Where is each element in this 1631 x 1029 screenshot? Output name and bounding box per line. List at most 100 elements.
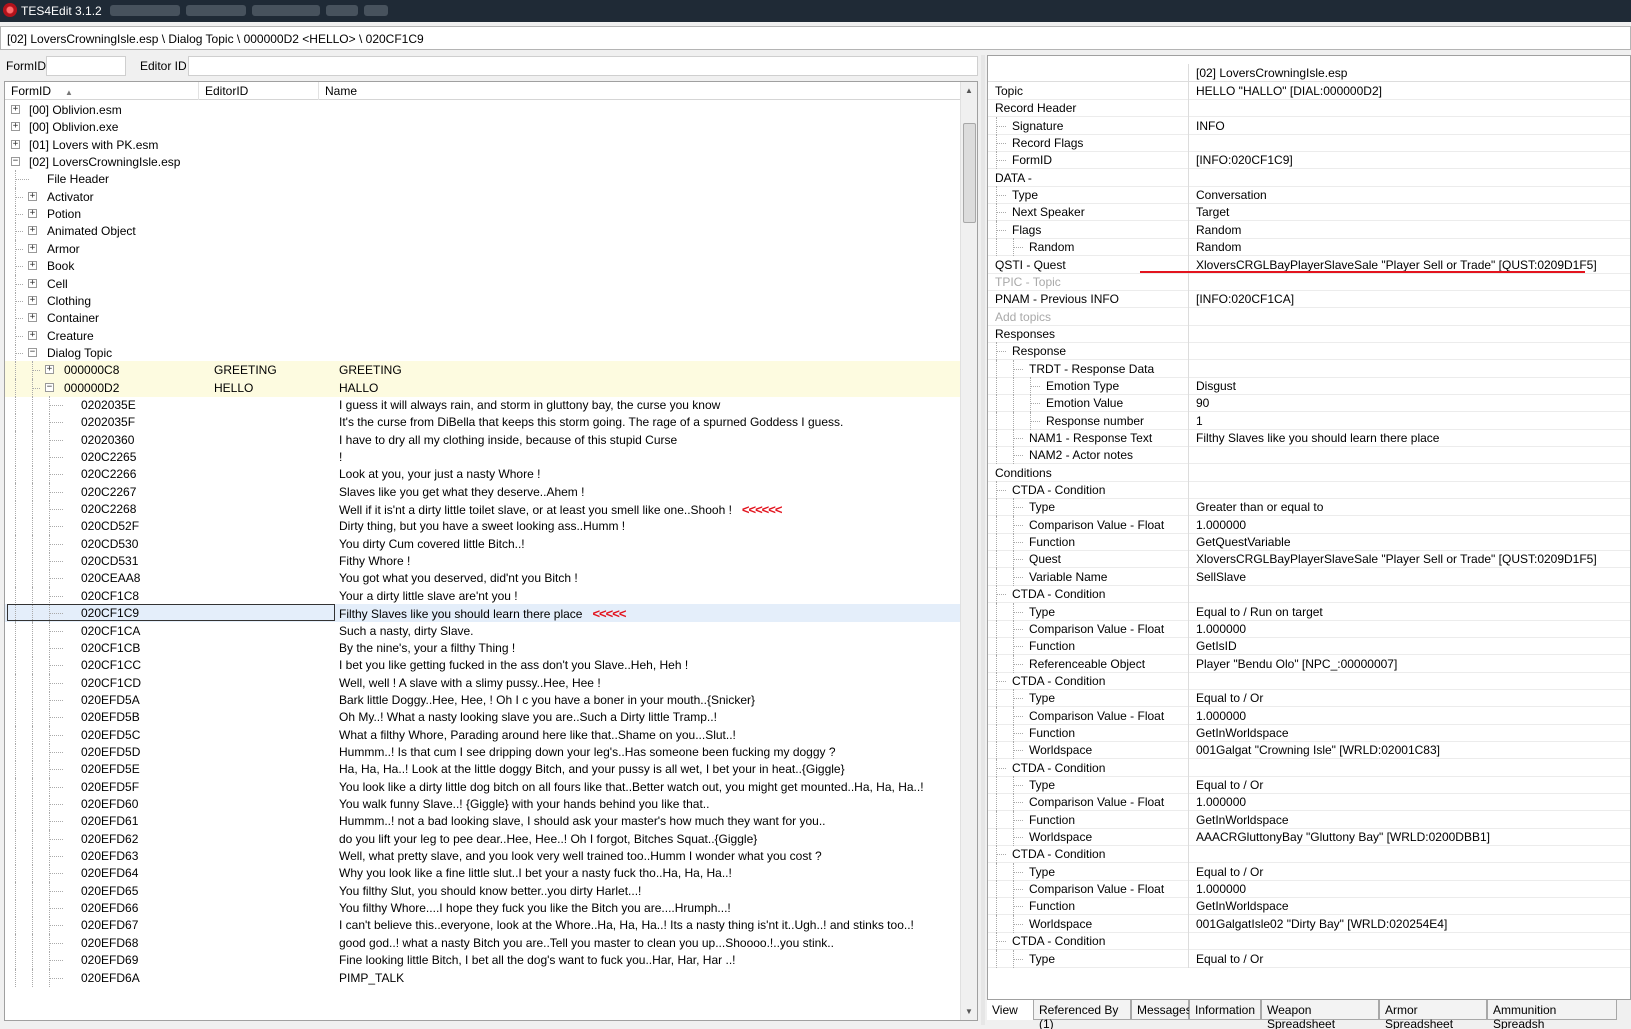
tree-row[interactable]: 020EFD66 You filthy Whore....I hope they … [5, 899, 960, 917]
tree-row[interactable]: 020CD531 Fithy Whore ! [5, 552, 960, 570]
detail-row[interactable]: CTDA - Condition [988, 932, 1630, 950]
detail-row[interactable]: Conditions [988, 464, 1630, 482]
tree-row[interactable]: 020EFD5C What a filthy Whore, Parading ar… [5, 726, 960, 744]
detail-row[interactable]: Function GetQuestVariable [988, 533, 1630, 551]
detail-row[interactable]: Record Header [988, 99, 1630, 117]
tree-row[interactable]: 020CF1CC I bet you like getting fucked in… [5, 656, 960, 674]
tree-row[interactable]: 020C2266 Look at you, your just a nasty W… [5, 465, 960, 483]
detail-row[interactable]: NAM1 - Response Text Filthy Slaves like y… [988, 429, 1630, 447]
tree-row[interactable]: 020CF1CD Well, well ! A slave with a slim… [5, 674, 960, 692]
tree-row[interactable]: +000000C8 GREETING GREETING [5, 361, 960, 379]
detail-row[interactable]: Topic HELLO "HALLO" [DIAL:000000D2] [988, 82, 1630, 100]
detail-row[interactable]: Type Conversation [988, 186, 1630, 204]
detail-row[interactable]: Signature INFO [988, 117, 1630, 135]
detail-row[interactable]: CTDA - Condition [988, 481, 1630, 499]
detail-row[interactable]: Function GetInWorldspace [988, 724, 1630, 742]
record-path-bar[interactable]: [02] LoversCrowningIsle.esp \ Dialog Top… [0, 26, 1631, 50]
tree-row[interactable]: + Animated Object [5, 222, 960, 240]
collapse-icon[interactable]: − [11, 157, 20, 166]
detail-row[interactable]: Type Equal to / Or [988, 863, 1630, 881]
tree-row[interactable]: 020CD52F Dirty thing, but you have a swee… [5, 517, 960, 535]
tree-row[interactable]: 020EFD5F You look like a dirty little dog… [5, 778, 960, 796]
tree-row[interactable]: 020EFD5E Ha, Ha, Ha..! Look at the little… [5, 760, 960, 778]
detail-row[interactable]: Function GetInWorldspace [988, 897, 1630, 915]
tree-row[interactable]: 020EFD63 Well, what pretty slave, and you… [5, 847, 960, 865]
tree-row[interactable]: 020EFD62 do you lift your leg to pee dear… [5, 830, 960, 848]
detail-row[interactable]: Comparison Value - Float 1.000000 [988, 707, 1630, 725]
tree-row[interactable]: 020EFD67 I can't believe this..everyone, … [5, 916, 960, 934]
tree-row[interactable]: 020EFD68 good god..! what a nasty Bitch y… [5, 934, 960, 952]
tree-row[interactable]: + Armor [5, 240, 960, 258]
column-editorid[interactable]: EditorID [199, 82, 319, 100]
expand-icon[interactable]: + [28, 279, 37, 288]
detail-row[interactable]: Type Greater than or equal to [988, 498, 1630, 516]
detail-row[interactable]: DATA - [988, 169, 1630, 187]
tree-row[interactable]: 020EFD69 Fine looking little Bitch, I bet… [5, 951, 960, 969]
collapse-icon[interactable]: − [28, 348, 37, 357]
tree-row[interactable]: 020CEAA8 You got what you deserved, did'n… [5, 569, 960, 587]
detail-row[interactable]: Emotion Type Disgust [988, 377, 1630, 395]
tree-row[interactable]: File Header [5, 170, 960, 188]
tab-messages[interactable]: Messages [1131, 1000, 1192, 1020]
tree-row[interactable]: 020EFD61 Hummm..! not a bad looking slave… [5, 812, 960, 830]
expand-icon[interactable]: + [28, 261, 37, 270]
tree-row[interactable]: − 000000D2 HELLO HALLO [5, 379, 960, 397]
detail-row[interactable]: Next Speaker Target [988, 203, 1630, 221]
tree-row[interactable]: + Container [5, 309, 960, 327]
expand-icon[interactable]: + [11, 105, 20, 114]
tree-row[interactable]: + [01] Lovers with PK.esm [5, 136, 960, 154]
tree-row[interactable]: + Cell [5, 275, 960, 293]
tree-row[interactable]: 020CD530 You dirty Cum covered little Bit… [5, 535, 960, 553]
tree-row[interactable]: + Clothing [5, 292, 960, 310]
tree-row[interactable]: + [00] Oblivion.esm [5, 101, 960, 119]
collapse-icon[interactable]: − [45, 383, 54, 392]
tree-row[interactable]: 020EFD64 Why you look like a fine little … [5, 864, 960, 882]
tree-row[interactable]: 0202035F It's the curse from DiBella that… [5, 413, 960, 431]
detail-row[interactable]: Variable Name SellSlave [988, 568, 1630, 586]
scrollbar-thumb[interactable] [963, 123, 976, 223]
tab-information[interactable]: Information [1189, 1000, 1261, 1020]
tree-row[interactable]: 020CF1CA Such a nasty, dirty Slave. [5, 622, 960, 640]
tree-row[interactable]: 02020360 I have to dry all my clothing in… [5, 431, 960, 449]
column-formid[interactable]: FormID ▲ [5, 82, 199, 100]
detail-row[interactable]: Type Equal to / Or [988, 689, 1630, 707]
detail-row[interactable]: Responses [988, 325, 1630, 343]
detail-row[interactable]: CTDA - Condition [988, 585, 1630, 603]
tree-row[interactable]: − [02] LoversCrowningIsle.esp [5, 153, 960, 171]
expand-icon[interactable]: + [28, 192, 37, 201]
detail-row[interactable]: TPIC - Topic [988, 273, 1630, 291]
tree-row[interactable]: − Dialog Topic [5, 344, 960, 362]
tab-referenced-by-1[interactable]: Referenced By (1) [1033, 1000, 1131, 1029]
tree-row[interactable]: 020C2267 Slaves like you get what they de… [5, 483, 960, 501]
record-details-pane[interactable]: [02] LoversCrowningIsle.esp Topic HELLO "… [987, 55, 1631, 1000]
scroll-down-icon[interactable]: ▼ [965, 1007, 973, 1016]
expand-icon[interactable]: + [45, 365, 54, 374]
expand-icon[interactable]: + [28, 296, 37, 305]
detail-row[interactable]: Type Equal to / Run on target [988, 603, 1630, 621]
detail-row[interactable]: TRDT - Response Data [988, 360, 1630, 378]
scroll-up-icon[interactable]: ▲ [965, 86, 973, 95]
tab-view[interactable]: View [987, 1000, 1033, 1020]
tree-row[interactable]: + Book [5, 257, 960, 275]
tab-weapon-spreadsheet[interactable]: Weapon Spreadsheet [1261, 1000, 1379, 1029]
detail-row[interactable]: Comparison Value - Float 1.000000 [988, 620, 1630, 638]
tree-row[interactable]: 020EFD60 You walk funny Slave..! {Giggle}… [5, 795, 960, 813]
expand-icon[interactable]: + [11, 140, 20, 149]
detail-row[interactable]: Comparison Value - Float 1.000000 [988, 793, 1630, 811]
column-name[interactable]: Name [319, 82, 960, 100]
editorid-filter-input[interactable] [188, 56, 978, 76]
detail-row[interactable]: Comparison Value - Float 1.000000 [988, 880, 1630, 898]
tree-row[interactable]: + Creature [5, 327, 960, 345]
detail-row[interactable]: Worldspace AAACRGluttonyBay "Gluttony Bay… [988, 828, 1630, 846]
tree-row[interactable]: 020EFD65 You filthy Slut, you should know… [5, 882, 960, 900]
detail-row[interactable]: Add topics [988, 308, 1630, 326]
detail-row[interactable]: Type Equal to / Or [988, 950, 1630, 968]
tab-ammunition-spreadsh[interactable]: Ammunition Spreadsh [1487, 1000, 1617, 1029]
tree-row[interactable]: 0202035E I guess it will always rain, and… [5, 396, 960, 414]
tree-scrollbar[interactable]: ▲ ▼ [960, 82, 977, 1020]
detail-row[interactable]: PNAM - Previous INFO [INFO:020CF1CA] [988, 290, 1630, 308]
tree-row[interactable]: 020C2268 Well if it is'nt a dirty little … [5, 500, 960, 518]
tree-row[interactable]: 020CF1C9 Filthy Slaves like you should le… [5, 604, 960, 622]
tree-row[interactable]: + Activator [5, 188, 960, 206]
expand-icon[interactable]: + [28, 244, 37, 253]
